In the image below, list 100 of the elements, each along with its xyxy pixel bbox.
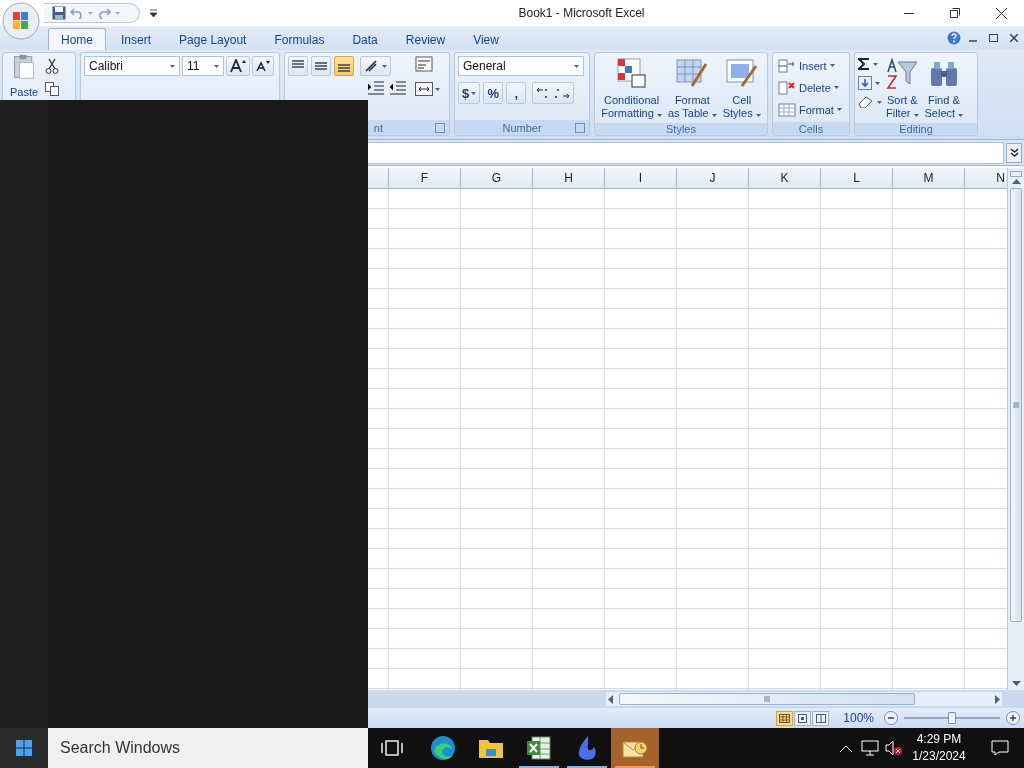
- customize-caret-icon[interactable]: [150, 9, 157, 17]
- editing-button[interactable]: Find & Select: [922, 56, 966, 120]
- caret-icon: [873, 62, 878, 66]
- restore-icon: [950, 8, 960, 18]
- restore-icon[interactable]: [989, 34, 998, 42]
- task-view-icon: [381, 740, 403, 756]
- cells-button[interactable]: Delete: [776, 77, 846, 98]
- grip-icon: [764, 696, 770, 702]
- caret-icon: [711, 114, 717, 117]
- caret-icon: [913, 114, 919, 117]
- increase-decimal-button[interactable]: [532, 82, 575, 104]
- delete-cells-icon: [778, 79, 796, 96]
- indent-icon[interactable]: [368, 81, 384, 95]
- number-format-field[interactable]: General: [458, 56, 584, 76]
- copy-icon[interactable]: [45, 82, 59, 96]
- column-header[interactable]: I: [604, 168, 676, 188]
- scroll-down-icon[interactable]: [1011, 681, 1021, 686]
- font-size-field[interactable]: 11: [182, 56, 224, 76]
- wrap-text-icon[interactable]: [415, 56, 433, 72]
- scroll-up-icon[interactable]: [1011, 179, 1021, 184]
- minimize-icon: [904, 12, 914, 14]
- caret-icon: [88, 11, 93, 15]
- scroll-right-icon[interactable]: [995, 694, 1000, 704]
- number-format-button[interactable]: %: [483, 82, 504, 104]
- caret-icon: [755, 114, 761, 117]
- eraser-icon[interactable]: [858, 96, 874, 108]
- styles-button[interactable]: Conditional Formatting: [599, 56, 664, 120]
- windows-logo-icon: [16, 740, 32, 756]
- styles-button[interactable]: Format as Table: [665, 56, 719, 120]
- clipboard-icon[interactable]: [12, 54, 36, 80]
- paste-button[interactable]: Paste: [7, 84, 41, 99]
- group-label: Number: [502, 121, 542, 134]
- column-header[interactable]: G: [460, 168, 532, 188]
- table-highlight-icon: [616, 58, 647, 90]
- align-button[interactable]: [334, 56, 354, 76]
- slider-thumb[interactable]: [948, 712, 956, 724]
- number-format-button[interactable]: ,: [506, 82, 527, 104]
- styles-button[interactable]: Cell Styles: [720, 56, 763, 120]
- number-format-button[interactable]: $: [458, 82, 481, 104]
- start-button[interactable]: [0, 728, 48, 768]
- ribbon-tab[interactable]: Home: [48, 28, 106, 50]
- cells-button[interactable]: Format: [776, 99, 846, 120]
- grow-font-button[interactable]: [226, 56, 250, 76]
- sum-icon[interactable]: [858, 58, 870, 70]
- group-label: Editing: [899, 123, 933, 135]
- ribbon-tab[interactable]: Review: [392, 28, 459, 50]
- orientation-button[interactable]: [360, 56, 391, 76]
- align-button[interactable]: [288, 56, 308, 76]
- caret-icon: [958, 114, 964, 117]
- caret-icon: [214, 64, 219, 68]
- format-cells-icon: [778, 101, 796, 118]
- caret-icon: [877, 100, 882, 104]
- column-header[interactable]: H: [532, 168, 604, 188]
- fill-down-icon[interactable]: [858, 76, 872, 90]
- ribbon-tab[interactable]: Formulas: [261, 28, 338, 50]
- caret-icon: [836, 108, 842, 111]
- expand-formula-button[interactable]: [1006, 142, 1022, 163]
- view-button[interactable]: [776, 710, 794, 726]
- help-icon[interactable]: [947, 31, 961, 45]
- zoom-in-icon[interactable]: [1006, 711, 1020, 725]
- chat-bubble-icon: [991, 740, 1009, 756]
- zoom-out-icon[interactable]: [884, 711, 898, 725]
- ribbon-tab[interactable]: Data: [339, 28, 391, 50]
- clock[interactable]: 4:29 PM 1/23/2024: [906, 731, 972, 765]
- ribbon-tab[interactable]: Insert: [108, 28, 165, 50]
- browser-icon: [430, 735, 456, 761]
- window-title: Book1 - Microsoft Excel: [517, 6, 646, 20]
- column-header[interactable]: F: [388, 168, 460, 188]
- scroll-left-icon[interactable]: [608, 694, 613, 704]
- column-header[interactable]: K: [748, 168, 820, 188]
- view-button[interactable]: [794, 710, 812, 726]
- align-middle-icon: [315, 62, 327, 70]
- grow-font-icon: [230, 59, 246, 73]
- save-icon[interactable]: [52, 6, 66, 20]
- shrink-font-icon: [256, 60, 270, 72]
- caret-icon: [574, 64, 579, 68]
- view-button[interactable]: [812, 710, 830, 726]
- vertical-scrollbar[interactable]: [1007, 168, 1024, 690]
- align-bottom-icon: [338, 64, 350, 72]
- column-header[interactable]: L: [820, 168, 892, 188]
- ribbon-tab[interactable]: Page Layout: [166, 28, 260, 50]
- cells-button[interactable]: Insert: [776, 55, 846, 76]
- caret-icon: [471, 91, 477, 95]
- caret-icon: [170, 64, 175, 68]
- flame-icon: [576, 735, 598, 761]
- merge-cells-icon[interactable]: [415, 82, 433, 96]
- close-icon[interactable]: [1010, 34, 1018, 42]
- angled-text-icon: [364, 59, 380, 73]
- horizontal-scrollbar[interactable]: [606, 692, 1002, 706]
- caret-icon: [833, 86, 839, 89]
- shrink-font-button[interactable]: [252, 56, 274, 76]
- ribbon-tab[interactable]: View: [460, 28, 512, 50]
- editing-button[interactable]: Sort & Filter: [884, 56, 921, 120]
- scissors-icon[interactable]: [45, 58, 59, 74]
- column-header[interactable]: M: [892, 168, 964, 188]
- search-field[interactable]: Search Windows: [48, 728, 368, 768]
- font-name-field[interactable]: Calibri: [84, 56, 180, 76]
- column-header[interactable]: J: [676, 168, 748, 188]
- align-button[interactable]: [311, 56, 331, 76]
- outdent-icon[interactable]: [390, 81, 406, 95]
